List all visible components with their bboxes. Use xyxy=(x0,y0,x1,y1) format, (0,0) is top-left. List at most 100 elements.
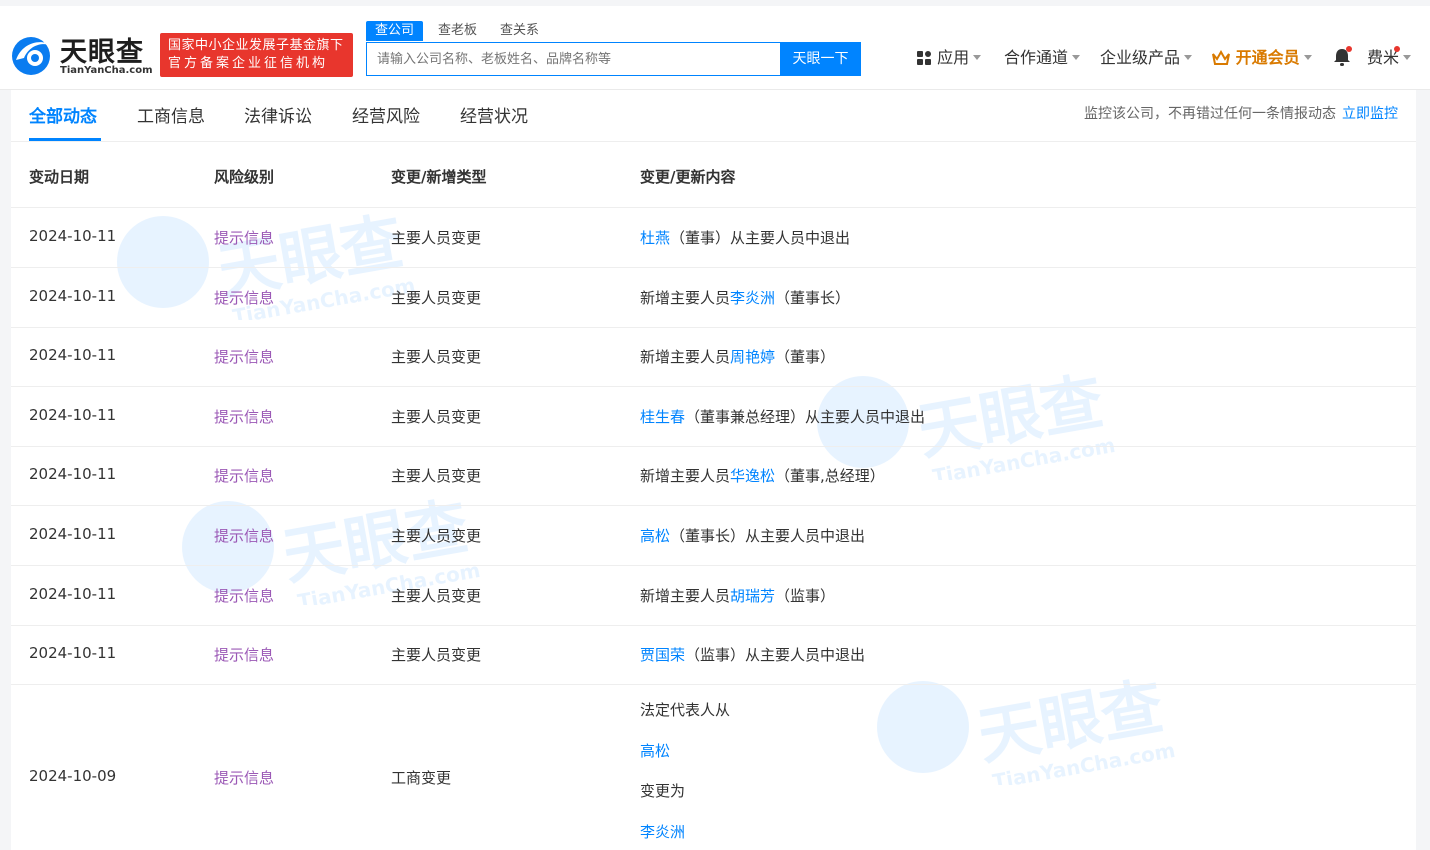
row-type: 工商变更 xyxy=(391,769,452,787)
header-type: 变更/新增类型 xyxy=(391,168,487,186)
content-prefix: 新增主要人员 xyxy=(640,467,731,485)
person-link[interactable]: 桂生春 xyxy=(640,408,685,426)
person-link[interactable]: 高松 xyxy=(640,527,670,545)
tab-all-dynamics[interactable]: 全部动态 xyxy=(29,102,97,127)
table-row: 2024-10-11 提示信息 主要人员变更 桂生春（董事兼总经理）从主要人员中退出 xyxy=(11,387,1416,447)
chevron-down-icon xyxy=(1403,55,1412,60)
row-date: 2024-10-11 xyxy=(29,585,117,603)
row-risk: 提示信息 xyxy=(214,229,275,247)
row-type: 主要人员变更 xyxy=(391,467,482,485)
person-link[interactable]: 周艳婷 xyxy=(730,348,775,366)
row-date: 2024-10-11 xyxy=(29,465,117,483)
nav-partner-label: 合作通道 xyxy=(1004,48,1069,67)
monitor-text: 监控该公司，不再错过任何一条情报动态 xyxy=(1084,106,1336,122)
row-date: 2024-10-11 xyxy=(29,406,117,424)
content-suffix: （董事长）从主要人员中退出 xyxy=(670,527,866,545)
search-button[interactable]: 天眼一下 xyxy=(780,42,861,76)
table-row: 2024-10-11 提示信息 主要人员变更 新增主要人员李炎洲（董事长） xyxy=(11,268,1416,328)
search-tab-boss[interactable]: 查老板 xyxy=(438,21,477,41)
row-risk: 提示信息 xyxy=(214,646,275,664)
row-type: 主要人员变更 xyxy=(391,646,482,664)
row-date: 2024-10-11 xyxy=(29,644,117,662)
search-tab-relation[interactable]: 查关系 xyxy=(500,21,539,41)
nav-partner[interactable]: 合作通道 xyxy=(1004,46,1081,70)
person-link[interactable]: 胡瑞芳 xyxy=(730,587,775,605)
grid-icon xyxy=(916,49,932,65)
monitor-prompt: 监控该公司，不再错过任何一条情报动态 立即监控 xyxy=(1084,103,1398,123)
chevron-down-icon xyxy=(973,55,982,60)
person-link[interactable]: 华逸松 xyxy=(730,467,775,485)
monitor-link[interactable]: 立即监控 xyxy=(1342,106,1398,122)
user-dot xyxy=(1394,46,1400,52)
content-suffix: （监事）从主要人员中退出 xyxy=(685,646,866,664)
row-risk: 提示信息 xyxy=(214,587,275,605)
nav-vip-label: 开通会员 xyxy=(1235,48,1300,67)
nav-vip[interactable]: 开通会员 xyxy=(1212,46,1312,70)
row-risk: 提示信息 xyxy=(214,408,275,426)
content-suffix: （监事） xyxy=(775,587,836,605)
official-badge: 国家中小企业发展子基金旗下 官方备案企业征信机构 xyxy=(160,33,353,77)
search-input[interactable] xyxy=(367,43,780,75)
nav-apps[interactable]: 应用 xyxy=(916,46,982,70)
tab-legal[interactable]: 法律诉讼 xyxy=(244,102,312,127)
tab-business-info[interactable]: 工商信息 xyxy=(137,102,205,127)
row-risk: 提示信息 xyxy=(214,769,275,787)
logo-eye-icon xyxy=(12,37,52,75)
person-link[interactable]: 李炎洲 xyxy=(640,821,685,842)
row-type: 主要人员变更 xyxy=(391,229,482,247)
row-risk: 提示信息 xyxy=(214,289,275,307)
badge-line-2: 官方备案企业征信机构 xyxy=(168,56,329,71)
chevron-down-icon xyxy=(1184,55,1193,60)
nav-enterprise-products[interactable]: 企业级产品 xyxy=(1100,46,1193,70)
logo-text: 天眼查 xyxy=(60,37,144,68)
user-menu[interactable]: 费米 xyxy=(1367,46,1412,70)
row-date: 2024-10-11 xyxy=(29,287,117,305)
tab-operating-risk[interactable]: 经营风险 xyxy=(352,102,420,127)
active-tab-underline xyxy=(29,138,101,141)
table-row: 2024-10-11 提示信息 主要人员变更 新增主要人员周艳婷（董事） xyxy=(11,327,1416,387)
table-row: 2024-10-11 提示信息 主要人员变更 高松（董事长）从主要人员中退出 xyxy=(11,506,1416,566)
person-link[interactable]: 贾国荣 xyxy=(640,646,685,664)
top-header: 天眼查 TianYanCha.com 国家中小企业发展子基金旗下 官方备案企业征… xyxy=(0,6,1430,90)
row-content-line: 法定代表人从 xyxy=(640,701,731,719)
content-suffix: （董事,总经理） xyxy=(775,467,885,485)
row-date: 2024-10-11 xyxy=(29,227,117,245)
table-header: 变动日期 风险级别 变更/新增类型 变更/更新内容 xyxy=(11,142,1416,208)
logo-subtext: TianYanCha.com xyxy=(60,65,153,76)
content-prefix: 新增主要人员 xyxy=(640,348,731,366)
crown-icon xyxy=(1212,49,1230,65)
chevron-down-icon xyxy=(1072,55,1081,60)
header-content: 变更/更新内容 xyxy=(640,168,736,186)
person-link[interactable]: 高松 xyxy=(640,740,670,761)
tab-operating-status[interactable]: 经营状况 xyxy=(460,102,528,127)
nav-apps-label: 应用 xyxy=(937,48,970,67)
header-date: 变动日期 xyxy=(29,168,90,186)
row-content: 新增主要人员李炎洲（董事长） xyxy=(640,287,850,308)
row-type: 主要人员变更 xyxy=(391,587,482,605)
chevron-down-icon xyxy=(1303,55,1312,60)
header-risk: 风险级别 xyxy=(214,168,275,186)
row-content: 贾国荣（监事）从主要人员中退出 xyxy=(640,644,865,665)
content-suffix: （董事）从主要人员中退出 xyxy=(670,229,851,247)
row-date: 2024-10-11 xyxy=(29,346,117,364)
content-suffix: （董事长） xyxy=(775,289,851,307)
person-link[interactable]: 李炎洲 xyxy=(730,289,775,307)
row-type: 主要人员变更 xyxy=(391,348,482,366)
row-content: 高松（董事长）从主要人员中退出 xyxy=(640,525,865,546)
row-type: 主要人员变更 xyxy=(391,289,482,307)
person-link[interactable]: 杜燕 xyxy=(640,229,670,247)
nav-enterprise-label: 企业级产品 xyxy=(1100,48,1181,67)
row-risk: 提示信息 xyxy=(214,527,275,545)
row-content: 新增主要人员周艳婷（董事） xyxy=(640,346,835,367)
row-content: 杜燕（董事）从主要人员中退出 xyxy=(640,227,850,248)
search-tab-company[interactable]: 查公司 xyxy=(366,21,424,41)
row-date: 2024-10-11 xyxy=(29,525,117,543)
row-date: 2024-10-09 xyxy=(29,767,117,785)
dynamics-card: 天眼查 TianYanCha.com 天眼查 TianYanCha.com 天眼… xyxy=(11,90,1416,850)
content-suffix: （董事） xyxy=(775,348,836,366)
row-risk: 提示信息 xyxy=(214,467,275,485)
table-row: 2024-10-11 提示信息 主要人员变更 杜燕（董事）从主要人员中退出 xyxy=(11,208,1416,268)
dynamics-tabs: 全部动态 工商信息 法律诉讼 经营风险 经营状况 监控该公司，不再错过任何一条情… xyxy=(11,90,1416,142)
table-row: 2024-10-09 提示信息 工商变更 法定代表人从 高松 变更为 李炎洲 xyxy=(11,685,1416,850)
table-row: 2024-10-11 提示信息 主要人员变更 贾国荣（监事）从主要人员中退出 xyxy=(11,625,1416,685)
